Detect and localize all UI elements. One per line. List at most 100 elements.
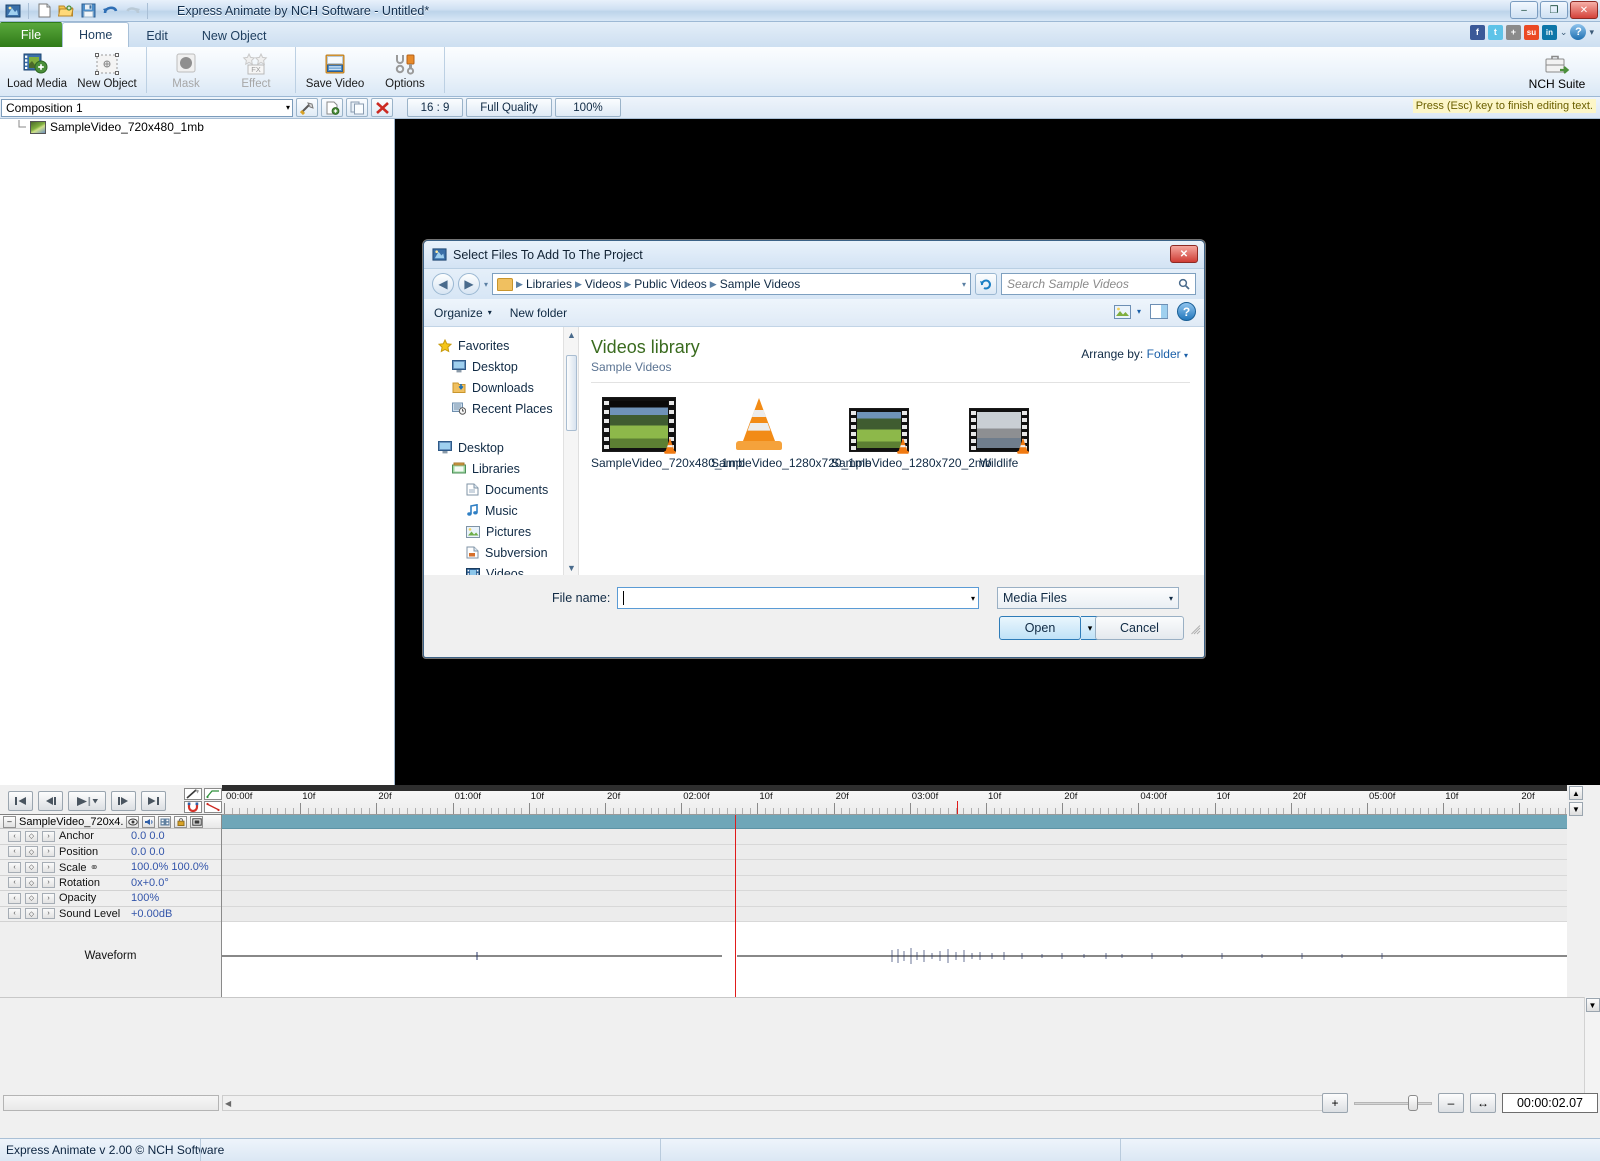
timecode-display[interactable]: 00:00:02.07 bbox=[1502, 1093, 1598, 1113]
keyframe-path-button[interactable] bbox=[204, 788, 222, 800]
add-composition-button[interactable] bbox=[321, 98, 343, 117]
save-video-button[interactable]: Save Video bbox=[300, 47, 370, 90]
share-icon[interactable]: + bbox=[1505, 24, 1521, 40]
keyframe-toggle-button[interactable]: ◇ bbox=[25, 877, 38, 889]
tab-file[interactable]: File bbox=[0, 22, 62, 47]
keyframe-next-button[interactable]: › bbox=[42, 861, 55, 873]
keyframe-prev-button[interactable]: ‹ bbox=[8, 846, 21, 858]
scroll-up-arrow[interactable]: ▲ bbox=[565, 328, 578, 341]
refresh-button[interactable] bbox=[975, 273, 997, 295]
nav-item-desktop[interactable]: Desktop bbox=[424, 356, 578, 377]
keyframe-toggle-button[interactable]: ◇ bbox=[25, 830, 38, 842]
tree-item-samplevideo[interactable]: SampleVideo_720x480_1mb bbox=[0, 119, 394, 135]
property-value[interactable]: 100% bbox=[131, 892, 159, 904]
timeline-ruler[interactable]: 00:00f 10f 20f 01:00f 10f 20f 02:00f 10f 20f 03:0… bbox=[222, 785, 1567, 815]
solo-icon[interactable] bbox=[158, 815, 171, 828]
scroll-up-button[interactable]: ▲ bbox=[1569, 786, 1583, 800]
zoom-level-button[interactable]: 100% bbox=[555, 98, 621, 117]
scroll-left-arrow[interactable]: ◀ bbox=[225, 1099, 231, 1108]
timeline-tracks[interactable] bbox=[222, 815, 1567, 997]
undo-icon[interactable] bbox=[100, 1, 120, 20]
track-opacity[interactable] bbox=[222, 891, 1567, 907]
property-row-sound-level[interactable]: ‹ ◇ › Sound Level +0.00dB bbox=[0, 906, 221, 922]
breadcrumb-videos[interactable]: Videos bbox=[585, 277, 621, 291]
app-icon[interactable] bbox=[3, 1, 23, 20]
nav-item-libraries[interactable]: Libraries bbox=[424, 458, 578, 479]
playhead-top[interactable] bbox=[957, 801, 958, 814]
keyframe-next-button[interactable]: › bbox=[42, 908, 55, 920]
mask-button[interactable]: Mask bbox=[151, 47, 221, 90]
track-scale[interactable] bbox=[222, 860, 1567, 876]
duplicate-composition-button[interactable] bbox=[346, 98, 368, 117]
new-folder-button[interactable]: New folder bbox=[510, 306, 567, 320]
open-button[interactable]: Open bbox=[999, 616, 1081, 640]
keyframe-prev-button[interactable]: ‹ bbox=[8, 877, 21, 889]
new-object-button[interactable]: New Object bbox=[72, 47, 142, 90]
chevron-down-icon[interactable]: ▾ bbox=[971, 594, 975, 603]
nav-item-desktop-root[interactable]: Desktop bbox=[424, 437, 578, 458]
property-row-anchor[interactable]: ‹ ◇ › Anchor 0.0 0.0 bbox=[0, 829, 221, 845]
property-value[interactable]: 0.0 0.0 bbox=[131, 846, 165, 858]
audio-icon[interactable] bbox=[142, 815, 155, 828]
scroll-down-arrow[interactable]: ▼ bbox=[565, 561, 578, 574]
nav-item-favorites[interactable]: Favorites bbox=[424, 335, 578, 356]
social-caret-icon[interactable]: ⌄ bbox=[1560, 27, 1568, 38]
file-name-input[interactable]: ▾ bbox=[617, 587, 979, 609]
property-row-opacity[interactable]: ‹ ◇ › Opacity 100% bbox=[0, 891, 221, 907]
forward-button[interactable]: ▶ bbox=[458, 273, 480, 295]
twitter-icon[interactable]: t bbox=[1487, 24, 1503, 40]
save-icon[interactable] bbox=[78, 1, 98, 20]
keyframe-toggle-button[interactable]: ◇ bbox=[25, 908, 38, 920]
link-icon[interactable]: ⚭ bbox=[90, 862, 99, 874]
quality-button[interactable]: Full Quality bbox=[466, 98, 552, 117]
search-input[interactable]: Search Sample Videos bbox=[1001, 273, 1196, 295]
nav-item-music[interactable]: Music bbox=[424, 500, 578, 521]
help-icon[interactable]: ? bbox=[1570, 24, 1587, 40]
shy-icon[interactable] bbox=[190, 815, 203, 828]
bottom-vertical-scrollbar[interactable]: ▼ bbox=[1584, 997, 1600, 1095]
minimize-button[interactable]: – bbox=[1510, 1, 1538, 19]
arrange-by-control[interactable]: Arrange by: Folder ▾ bbox=[1081, 347, 1188, 361]
nav-item-pictures[interactable]: Pictures bbox=[424, 521, 578, 542]
scroll-down-arrow[interactable]: ▼ bbox=[1585, 998, 1600, 1012]
nch-suite-button[interactable]: NCH Suite bbox=[1520, 47, 1594, 91]
load-media-button[interactable]: Load Media bbox=[2, 47, 72, 90]
nav-item-subversion[interactable]: Subversion bbox=[424, 542, 578, 563]
step-back-button[interactable] bbox=[38, 791, 63, 811]
keyframe-next-button[interactable]: › bbox=[42, 877, 55, 889]
track-layer-bar[interactable] bbox=[222, 815, 1567, 829]
history-caret-icon[interactable]: ▾ bbox=[484, 280, 488, 289]
go-to-end-button[interactable] bbox=[141, 791, 166, 811]
breadcrumb-public-videos[interactable]: Public Videos bbox=[634, 277, 707, 291]
property-row-position[interactable]: ‹ ◇ › Position 0.0 0.0 bbox=[0, 844, 221, 860]
resize-grip-icon[interactable] bbox=[1191, 625, 1201, 635]
effect-button[interactable]: FX Effect bbox=[221, 47, 291, 90]
zoom-in-button[interactable]: + bbox=[1322, 1093, 1348, 1113]
aspect-ratio-button[interactable]: 16 : 9 bbox=[407, 98, 463, 117]
play-button[interactable] bbox=[68, 791, 106, 811]
property-row-scale[interactable]: ‹ ◇ › Scale ⚭ 100.0% 100.0% bbox=[0, 860, 221, 876]
motion-path-button[interactable] bbox=[204, 801, 222, 813]
keyframe-prev-button[interactable]: ‹ bbox=[8, 908, 21, 920]
composition-select[interactable]: Composition 1 ▾ bbox=[1, 98, 293, 117]
restore-button[interactable]: ❐ bbox=[1540, 1, 1568, 19]
step-forward-button[interactable] bbox=[111, 791, 136, 811]
nav-item-documents[interactable]: Documents bbox=[424, 479, 578, 500]
change-view-button[interactable]: ▾ bbox=[1113, 304, 1141, 319]
facebook-icon[interactable]: f bbox=[1469, 24, 1485, 40]
go-to-start-button[interactable] bbox=[8, 791, 33, 811]
linkedin-icon[interactable]: in bbox=[1541, 24, 1557, 40]
visibility-icon[interactable] bbox=[126, 815, 139, 828]
property-value[interactable]: +0.00dB bbox=[131, 908, 172, 920]
file-type-select[interactable]: Media Files ▾ bbox=[997, 587, 1179, 609]
nav-item-recent-places[interactable]: Recent Places bbox=[424, 398, 578, 419]
fit-to-window-button[interactable]: ↔ bbox=[1470, 1093, 1496, 1113]
keyframe-toggle-button[interactable]: ◇ bbox=[25, 846, 38, 858]
scroll-thumb[interactable] bbox=[566, 355, 577, 431]
keyframe-next-button[interactable]: › bbox=[42, 830, 55, 842]
help-button[interactable]: ? bbox=[1177, 302, 1196, 321]
track-position[interactable] bbox=[222, 844, 1567, 860]
keyframe-prev-button[interactable]: ‹ bbox=[8, 861, 21, 873]
file-list-pane[interactable]: Videos library Sample Videos Arrange by:… bbox=[579, 327, 1204, 575]
breadcrumb-sample-videos[interactable]: Sample Videos bbox=[720, 277, 801, 291]
